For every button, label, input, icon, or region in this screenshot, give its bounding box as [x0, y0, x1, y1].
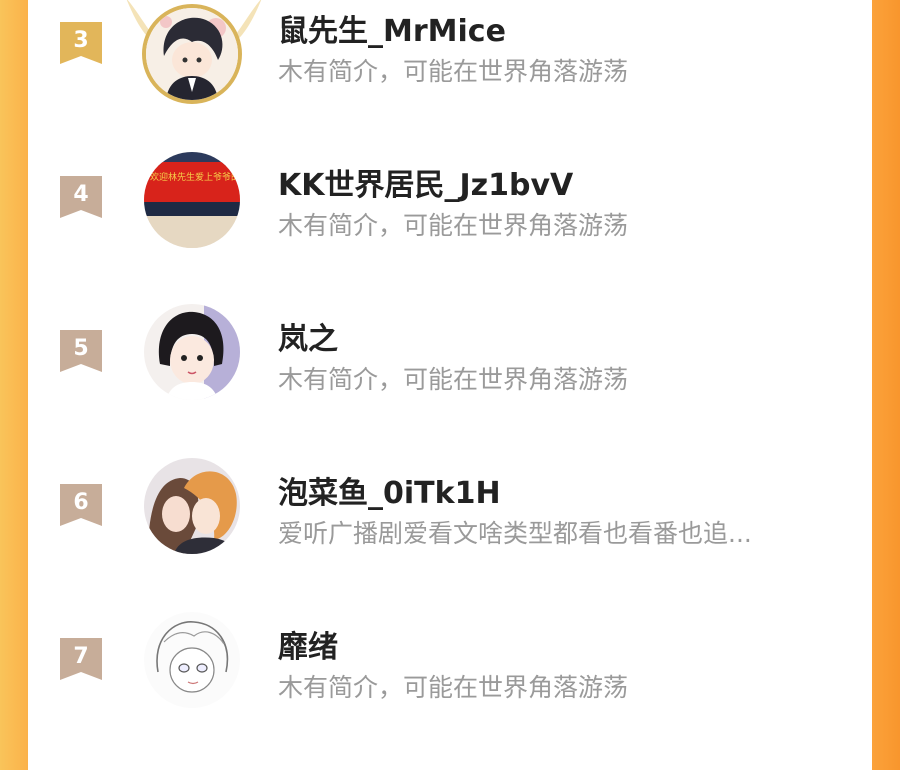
user-bio: 木有简介，可能在世界角落游荡	[278, 211, 629, 240]
user-name[interactable]: 鼠先生_MrMice	[278, 6, 506, 50]
couple-illustration-avatar[interactable]	[144, 458, 240, 554]
user-bio: 木有简介，可能在世界角落游荡	[278, 365, 629, 394]
bronze-ribbon-icon: 4	[60, 176, 102, 218]
user-bio: 爱听广播剧爱看文啥类型都看也看番也追...	[278, 519, 752, 548]
gold-ribbon-icon: 3	[60, 22, 102, 64]
bronze-ribbon-icon: 5	[60, 330, 102, 372]
list-item[interactable]: 4 欢迎林先生爱上爷爷的男同事 KK世界居民_Jz1bvV 木有简介，可能在世界…	[28, 152, 872, 308]
bronze-ribbon-icon: 7	[60, 638, 102, 680]
ranking-list: 3 鼠先生_MrMice 木有简介，可能在世界角落游荡 4 欢迎林先生爱上爷爷的…	[28, 0, 872, 708]
user-name[interactable]: KK世界居民_Jz1bvV	[278, 160, 573, 204]
user-name[interactable]: 靡绪	[278, 622, 338, 666]
user-bio: 木有简介，可能在世界角落游荡	[278, 57, 629, 86]
list-item[interactable]: 5 岚之 木有简介，可能在世界角落游荡	[28, 304, 872, 462]
rank-number: 6	[73, 490, 89, 515]
rank-number: 3	[73, 28, 89, 53]
user-name[interactable]: 泡菜鱼_0iTk1H	[278, 468, 501, 512]
anime-girl-avatar[interactable]	[144, 304, 240, 400]
bronze-ribbon-icon: 6	[60, 484, 102, 526]
user-bio: 木有简介，可能在世界角落游荡	[278, 673, 629, 702]
sketch-girl-avatar[interactable]	[144, 612, 240, 708]
list-item[interactable]: 3 鼠先生_MrMice 木有简介，可能在世界角落游荡	[28, 0, 872, 154]
list-item[interactable]: 6 泡菜鱼_0iTk1H 爱听广播剧爱看文啥类型都看也看番也追...	[28, 458, 872, 616]
red-banner-photo-avatar[interactable]: 欢迎林先生爱上爷爷的男同事	[144, 152, 240, 248]
list-item[interactable]: 7 靡绪 木有简介，可能在世界角落游荡	[28, 612, 872, 770]
rank-number: 4	[73, 182, 89, 207]
anime-boy-gold-frame-avatar[interactable]	[142, 4, 242, 104]
user-name[interactable]: 岚之	[278, 314, 338, 358]
rank-number: 5	[73, 336, 89, 361]
svg-text:欢迎林先生爱上爷爷的男同事: 欢迎林先生爱上爷爷的男同事	[150, 171, 240, 183]
rank-number: 7	[73, 644, 89, 669]
